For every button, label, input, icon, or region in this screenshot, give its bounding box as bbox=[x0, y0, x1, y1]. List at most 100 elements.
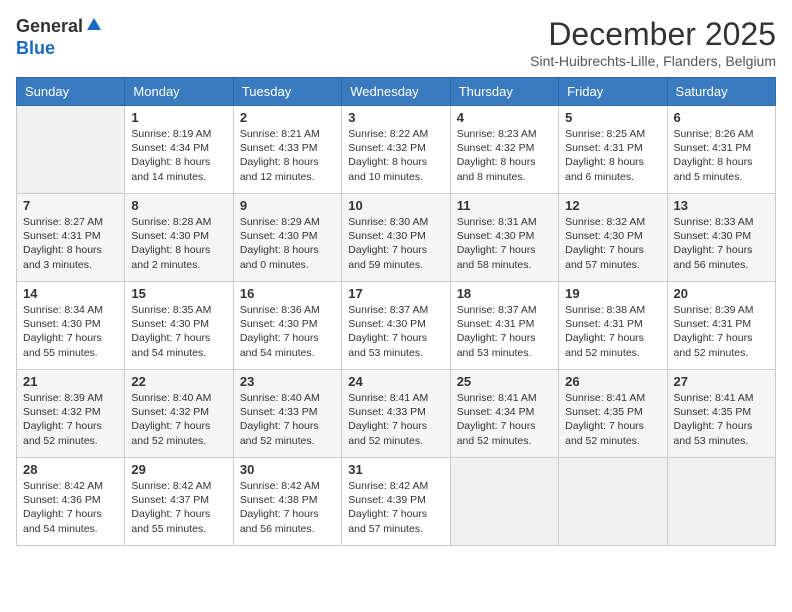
cell-date-number: 7 bbox=[23, 198, 118, 213]
calendar-cell: 1 Sunrise: 8:19 AMSunset: 4:34 PMDaylight… bbox=[125, 106, 233, 194]
cell-info-text: Sunrise: 8:27 AMSunset: 4:31 PMDaylight:… bbox=[23, 215, 118, 272]
cell-info-text: Sunrise: 8:21 AMSunset: 4:33 PMDaylight:… bbox=[240, 127, 335, 184]
cell-info-text: Sunrise: 8:19 AMSunset: 4:34 PMDaylight:… bbox=[131, 127, 226, 184]
cell-date-number: 18 bbox=[457, 286, 552, 301]
calendar-cell: 3 Sunrise: 8:22 AMSunset: 4:32 PMDaylight… bbox=[342, 106, 450, 194]
cell-info-text: Sunrise: 8:39 AMSunset: 4:32 PMDaylight:… bbox=[23, 391, 118, 448]
calendar-cell: 20 Sunrise: 8:39 AMSunset: 4:31 PMDayligh… bbox=[667, 282, 775, 370]
cell-date-number: 26 bbox=[565, 374, 660, 389]
cell-date-number: 11 bbox=[457, 198, 552, 213]
calendar-table: SundayMondayTuesdayWednesdayThursdayFrid… bbox=[16, 77, 776, 546]
calendar-cell: 16 Sunrise: 8:36 AMSunset: 4:30 PMDayligh… bbox=[233, 282, 341, 370]
calendar-cell: 23Sunrise: 8:40 AMSunset: 4:33 PMDayligh… bbox=[233, 370, 341, 458]
cell-date-number: 23 bbox=[240, 374, 335, 389]
cell-info-text: Sunrise: 8:35 AMSunset: 4:30 PMDaylight:… bbox=[131, 303, 226, 360]
cell-info-text: Sunrise: 8:41 AMSunset: 4:35 PMDaylight:… bbox=[674, 391, 769, 448]
cell-info-text: Sunrise: 8:41 AMSunset: 4:33 PMDaylight:… bbox=[348, 391, 443, 448]
cell-info-text: Sunrise: 8:41 AMSunset: 4:35 PMDaylight:… bbox=[565, 391, 660, 448]
calendar-cell: 4 Sunrise: 8:23 AMSunset: 4:32 PMDaylight… bbox=[450, 106, 558, 194]
calendar-cell: 24 Sunrise: 8:41 AMSunset: 4:33 PMDayligh… bbox=[342, 370, 450, 458]
cell-info-text: Sunrise: 8:30 AMSunset: 4:30 PMDaylight:… bbox=[348, 215, 443, 272]
cell-info-text: Sunrise: 8:26 AMSunset: 4:31 PMDaylight:… bbox=[674, 127, 769, 184]
cell-info-text: Sunrise: 8:42 AMSunset: 4:36 PMDaylight:… bbox=[23, 479, 118, 536]
cell-info-text: Sunrise: 8:37 AMSunset: 4:30 PMDaylight:… bbox=[348, 303, 443, 360]
calendar-cell: 7 Sunrise: 8:27 AMSunset: 4:31 PMDaylight… bbox=[17, 194, 125, 282]
calendar-cell: 2 Sunrise: 8:21 AMSunset: 4:33 PMDaylight… bbox=[233, 106, 341, 194]
page-header: General Blue December 2025 Sint-Huibrech… bbox=[16, 16, 776, 69]
cell-info-text: Sunrise: 8:42 AMSunset: 4:38 PMDaylight:… bbox=[240, 479, 335, 536]
cell-date-number: 28 bbox=[23, 462, 118, 477]
cell-info-text: Sunrise: 8:34 AMSunset: 4:30 PMDaylight:… bbox=[23, 303, 118, 360]
cell-date-number: 8 bbox=[131, 198, 226, 213]
weekday-header-tuesday: Tuesday bbox=[233, 78, 341, 106]
calendar-cell: 22 Sunrise: 8:40 AMSunset: 4:32 PMDayligh… bbox=[125, 370, 233, 458]
calendar-cell: 26 Sunrise: 8:41 AMSunset: 4:35 PMDayligh… bbox=[559, 370, 667, 458]
cell-date-number: 2 bbox=[240, 110, 335, 125]
calendar-header: SundayMondayTuesdayWednesdayThursdayFrid… bbox=[17, 78, 776, 106]
calendar-cell: 5Sunrise: 8:25 AMSunset: 4:31 PMDaylight… bbox=[559, 106, 667, 194]
calendar-cell: 31Sunrise: 8:42 AMSunset: 4:39 PMDayligh… bbox=[342, 458, 450, 546]
cell-info-text: Sunrise: 8:36 AMSunset: 4:30 PMDaylight:… bbox=[240, 303, 335, 360]
calendar-cell: 8 Sunrise: 8:28 AMSunset: 4:30 PMDaylight… bbox=[125, 194, 233, 282]
cell-info-text: Sunrise: 8:22 AMSunset: 4:32 PMDaylight:… bbox=[348, 127, 443, 184]
calendar-cell bbox=[450, 458, 558, 546]
cell-info-text: Sunrise: 8:39 AMSunset: 4:31 PMDaylight:… bbox=[674, 303, 769, 360]
cell-date-number: 17 bbox=[348, 286, 443, 301]
month-title: December 2025 bbox=[530, 16, 776, 53]
logo-general-text: General bbox=[16, 16, 83, 36]
weekday-header-friday: Friday bbox=[559, 78, 667, 106]
cell-info-text: Sunrise: 8:41 AMSunset: 4:34 PMDaylight:… bbox=[457, 391, 552, 448]
cell-info-text: Sunrise: 8:25 AMSunset: 4:31 PMDaylight:… bbox=[565, 127, 660, 184]
cell-date-number: 30 bbox=[240, 462, 335, 477]
cell-info-text: Sunrise: 8:40 AMSunset: 4:32 PMDaylight:… bbox=[131, 391, 226, 448]
cell-info-text: Sunrise: 8:38 AMSunset: 4:31 PMDaylight:… bbox=[565, 303, 660, 360]
weekday-header-thursday: Thursday bbox=[450, 78, 558, 106]
calendar-cell: 19 Sunrise: 8:38 AMSunset: 4:31 PMDayligh… bbox=[559, 282, 667, 370]
calendar-cell: 14Sunrise: 8:34 AMSunset: 4:30 PMDayligh… bbox=[17, 282, 125, 370]
cell-date-number: 4 bbox=[457, 110, 552, 125]
cell-date-number: 21 bbox=[23, 374, 118, 389]
cell-date-number: 6 bbox=[674, 110, 769, 125]
cell-date-number: 22 bbox=[131, 374, 226, 389]
calendar-cell: 25 Sunrise: 8:41 AMSunset: 4:34 PMDayligh… bbox=[450, 370, 558, 458]
logo: General Blue bbox=[16, 16, 103, 59]
cell-date-number: 25 bbox=[457, 374, 552, 389]
cell-date-number: 1 bbox=[131, 110, 226, 125]
cell-info-text: Sunrise: 8:42 AMSunset: 4:37 PMDaylight:… bbox=[131, 479, 226, 536]
calendar-cell: 12 Sunrise: 8:32 AMSunset: 4:30 PMDayligh… bbox=[559, 194, 667, 282]
title-block: December 2025 Sint-Huibrechts-Lille, Fla… bbox=[530, 16, 776, 69]
calendar-cell: 11 Sunrise: 8:31 AMSunset: 4:30 PMDayligh… bbox=[450, 194, 558, 282]
cell-date-number: 19 bbox=[565, 286, 660, 301]
cell-info-text: Sunrise: 8:23 AMSunset: 4:32 PMDaylight:… bbox=[457, 127, 552, 184]
calendar-cell bbox=[667, 458, 775, 546]
cell-info-text: Sunrise: 8:32 AMSunset: 4:30 PMDaylight:… bbox=[565, 215, 660, 272]
calendar-cell bbox=[559, 458, 667, 546]
calendar-cell: 29Sunrise: 8:42 AMSunset: 4:37 PMDayligh… bbox=[125, 458, 233, 546]
logo-blue-text: Blue bbox=[16, 39, 103, 59]
cell-info-text: Sunrise: 8:33 AMSunset: 4:30 PMDaylight:… bbox=[674, 215, 769, 272]
calendar-cell: 9Sunrise: 8:29 AMSunset: 4:30 PMDaylight… bbox=[233, 194, 341, 282]
calendar-cell: 30 Sunrise: 8:42 AMSunset: 4:38 PMDayligh… bbox=[233, 458, 341, 546]
cell-info-text: Sunrise: 8:31 AMSunset: 4:30 PMDaylight:… bbox=[457, 215, 552, 272]
cell-date-number: 16 bbox=[240, 286, 335, 301]
cell-date-number: 15 bbox=[131, 286, 226, 301]
calendar-cell: 27Sunrise: 8:41 AMSunset: 4:35 PMDayligh… bbox=[667, 370, 775, 458]
calendar-cell bbox=[17, 106, 125, 194]
weekday-header-monday: Monday bbox=[125, 78, 233, 106]
cell-info-text: Sunrise: 8:29 AMSunset: 4:30 PMDaylight:… bbox=[240, 215, 335, 272]
calendar-cell: 21 Sunrise: 8:39 AMSunset: 4:32 PMDayligh… bbox=[17, 370, 125, 458]
cell-date-number: 24 bbox=[348, 374, 443, 389]
cell-date-number: 12 bbox=[565, 198, 660, 213]
cell-date-number: 10 bbox=[348, 198, 443, 213]
calendar-cell: 17 Sunrise: 8:37 AMSunset: 4:30 PMDayligh… bbox=[342, 282, 450, 370]
location-subtitle: Sint-Huibrechts-Lille, Flanders, Belgium bbox=[530, 53, 776, 69]
cell-info-text: Sunrise: 8:28 AMSunset: 4:30 PMDaylight:… bbox=[131, 215, 226, 272]
cell-date-number: 13 bbox=[674, 198, 769, 213]
calendar-cell: 6 Sunrise: 8:26 AMSunset: 4:31 PMDaylight… bbox=[667, 106, 775, 194]
calendar-cell: 18 Sunrise: 8:37 AMSunset: 4:31 PMDayligh… bbox=[450, 282, 558, 370]
cell-date-number: 20 bbox=[674, 286, 769, 301]
cell-info-text: Sunrise: 8:37 AMSunset: 4:31 PMDaylight:… bbox=[457, 303, 552, 360]
calendar-cell: 15 Sunrise: 8:35 AMSunset: 4:30 PMDayligh… bbox=[125, 282, 233, 370]
cell-date-number: 3 bbox=[348, 110, 443, 125]
calendar-cell: 10 Sunrise: 8:30 AMSunset: 4:30 PMDayligh… bbox=[342, 194, 450, 282]
